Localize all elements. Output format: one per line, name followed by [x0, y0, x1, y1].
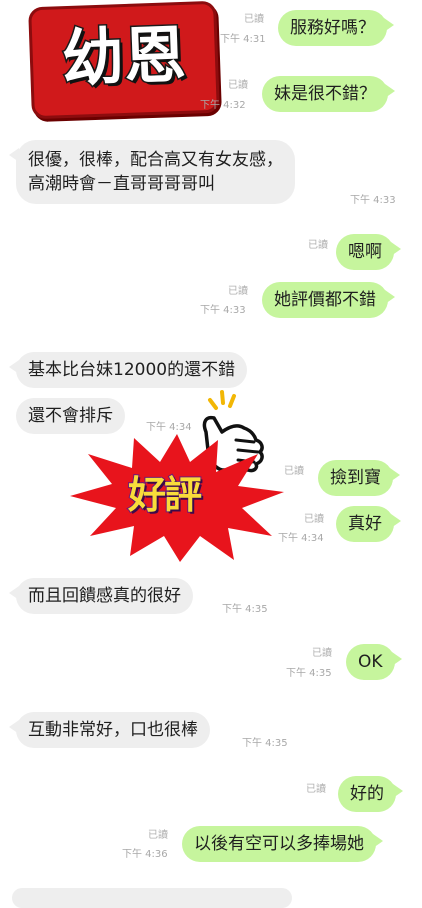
message-bubble-incoming[interactable]: 而且回饋感真的很好: [9, 578, 193, 614]
logo-text: 幼恩: [59, 16, 188, 96]
message-text: 而且回饋感真的很好: [28, 586, 181, 606]
read-receipt: 已讀: [148, 830, 168, 841]
message-time: 下午 4:34: [146, 422, 192, 433]
message-bubble-incoming[interactable]: 還不會排斥: [16, 398, 125, 434]
message-time: 下午 4:33: [200, 305, 246, 316]
message-text-line: 很優，很棒，配合高又有女友感，: [28, 150, 283, 170]
message-bubble-outgoing[interactable]: 真好: [336, 506, 401, 542]
message-bubble-outgoing[interactable]: 服務好嗎？: [278, 10, 394, 46]
message-bubble-incoming[interactable]: 互動非常好，口也很棒: [9, 712, 210, 748]
message-time: 下午 4:31: [220, 34, 266, 45]
read-receipt: 已讀: [304, 514, 324, 525]
chat-screen: 幼恩 已讀 下午 4:31 服務好嗎？ 已讀 下午 4:32 妹是很不錯？ 很優…: [0, 0, 422, 908]
message-text: 服務好嗎？: [290, 18, 375, 38]
read-receipt: 已讀: [306, 784, 326, 795]
message-time: 下午 4:35: [286, 668, 332, 679]
message-text-line: 高潮時會－直哥哥哥哥叫: [28, 174, 215, 194]
message-time: 下午 4:32: [200, 100, 246, 111]
message-text: 嗯啊: [348, 242, 382, 262]
message-time: 下午 4:34: [278, 533, 324, 544]
stamp-text: 好評: [127, 472, 203, 518]
message-bubble-incoming-partial: [12, 888, 292, 908]
message-time: 下午 4:33: [350, 195, 396, 206]
read-receipt: 已讀: [228, 80, 248, 91]
message-bubble-outgoing[interactable]: 妹是很不錯？: [262, 76, 395, 112]
message-text: 互動非常好，口也很棒: [28, 720, 198, 740]
message-bubble-outgoing[interactable]: 她評價都不錯: [262, 282, 395, 318]
message-text: 基本比台妹12000的還不錯: [28, 360, 236, 380]
message-text: 她評價都不錯: [274, 290, 376, 310]
message-bubble-outgoing[interactable]: 嗯啊: [336, 234, 401, 270]
message-text: 還不會排斥: [28, 406, 113, 426]
message-bubble-incoming[interactable]: 很優，很棒，配合高又有女友感， 高潮時會－直哥哥哥哥叫: [9, 140, 295, 204]
sparkle-lines-icon: [208, 390, 236, 410]
read-receipt: 已讀: [312, 648, 332, 659]
message-text: 撿到寶: [330, 468, 381, 488]
message-bubble-outgoing[interactable]: 以後有空可以多捧場她: [182, 826, 383, 862]
read-receipt: 已讀: [228, 286, 248, 297]
message-time: 下午 4:35: [222, 604, 268, 615]
message-bubble-incoming[interactable]: 基本比台妹12000的還不錯: [8, 352, 248, 388]
message-text: 好的: [350, 784, 384, 804]
message-time: 下午 4:36: [122, 849, 168, 860]
message-bubble-outgoing[interactable]: 撿到寶: [318, 460, 400, 496]
shop-logo: 幼恩: [28, 0, 220, 120]
message-bubble-outgoing[interactable]: 好的: [338, 776, 403, 812]
read-receipt: 已讀: [308, 240, 328, 251]
read-receipt: 已讀: [284, 466, 304, 477]
message-time: 下午 4:35: [242, 738, 288, 749]
message-text: OK: [358, 652, 383, 672]
message-bubble-outgoing[interactable]: OK: [346, 644, 401, 680]
message-text: 真好: [348, 514, 382, 534]
message-text: 以後有空可以多捧場她: [194, 834, 364, 854]
read-receipt: 已讀: [244, 14, 264, 25]
message-text: 妹是很不錯？: [274, 84, 376, 104]
